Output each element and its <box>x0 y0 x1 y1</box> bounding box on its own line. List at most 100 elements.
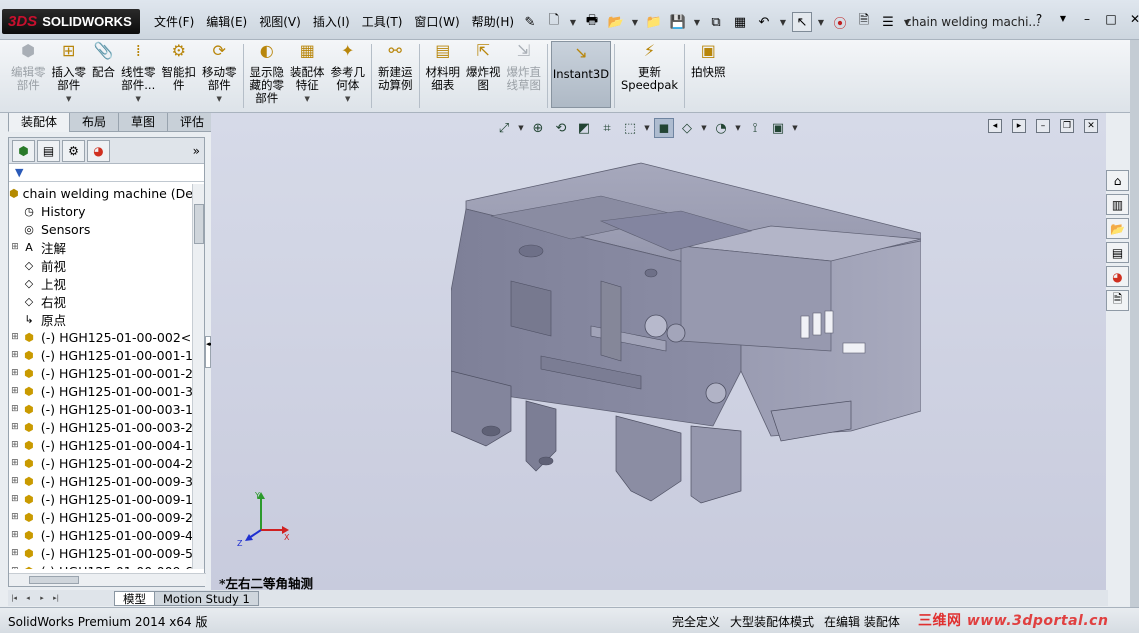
display-manager-tab-icon[interactable]: ◕ <box>87 139 110 162</box>
tree-item[interactable]: ⊞ ⬢ (-) HGH125-01-00-009-4 <box>9 526 193 544</box>
expand-icon[interactable]: ⊞ <box>9 530 21 540</box>
tab-3[interactable]: 评估 <box>167 113 218 132</box>
expand-icon[interactable]: ⊞ <box>9 476 21 486</box>
view-orientation-icon[interactable]: ⬚ <box>620 118 640 138</box>
expand-icon[interactable]: ⊞ <box>9 440 21 450</box>
expand-icon[interactable]: ⊞ <box>9 548 21 558</box>
chevron-down-icon[interactable]: ▼ <box>305 93 310 106</box>
tree-item[interactable]: ⊞ ⬢ (-) HGH125-01-00-002< <box>9 328 193 346</box>
edit-appearance-icon[interactable]: ◔ <box>711 118 731 138</box>
solidworks-logo[interactable]: 3DS SOLIDWORKS <box>2 9 140 34</box>
next-tab-icon[interactable]: ▸ <box>36 592 48 604</box>
view-palette-icon[interactable]: ▤ <box>1106 242 1129 263</box>
bottom-tab-1[interactable]: Motion Study 1 <box>154 590 259 606</box>
design-library-icon[interactable]: ▥ <box>1106 194 1129 215</box>
menu-item-1[interactable]: 编辑(E) <box>200 11 253 33</box>
hide-show-items-icon[interactable]: ◇ <box>677 118 697 138</box>
first-tab-icon[interactable]: |◂ <box>8 592 20 604</box>
instant3d-button[interactable]: ↘ Instant3D <box>551 41 611 108</box>
chevron-down-icon[interactable]: ▼ <box>136 93 141 106</box>
zoom-to-fit-icon[interactable]: ⤢ <box>494 118 514 138</box>
tree-item[interactable]: ◎ Sensors <box>9 220 193 238</box>
take-snapshot-button[interactable]: ▣ 拍快照 <box>688 40 729 110</box>
tree-item[interactable]: ⊞ ⬢ (-) HGH125-01-00-003-1 <box>9 400 193 418</box>
chevron-down-icon[interactable]: ▼ <box>630 12 640 32</box>
tree-vertical-scrollbar[interactable] <box>192 184 204 569</box>
smart-fasteners-button[interactable]: ⚙ 智能扣 件 <box>159 40 200 110</box>
chevron-down-icon[interactable]: ▼ <box>66 93 71 106</box>
print-icon[interactable]: 🖶 <box>582 12 602 32</box>
chevron-down-icon[interactable]: ▼ <box>568 12 578 32</box>
viewport-close-icon[interactable]: ✕ <box>1084 119 1098 133</box>
dynamic-annotation-icon[interactable]: ⌗ <box>597 118 617 138</box>
viewport-next-icon[interactable]: ▸ <box>1012 119 1026 133</box>
help-icon[interactable]: ? <box>1030 10 1048 28</box>
previous-view-icon[interactable]: ⟲ <box>551 118 571 138</box>
undo-icon[interactable]: ↶ <box>754 12 774 32</box>
expand-icon[interactable]: ⊞ <box>9 404 21 414</box>
view-settings-icon[interactable]: ▣ <box>768 118 788 138</box>
graphics-area[interactable]: ⤢ ▼ ⊕ ⟲ ◩ ⌗ ⬚ ▼ ◼ ◇ ▼ ◔ ▼ ⟟ ▣ ▼ ◂ ▸ – ❐ … <box>211 113 1106 591</box>
expand-icon[interactable]: ⊞ <box>9 512 21 522</box>
tree-item[interactable]: ◇ 右视 <box>9 292 193 310</box>
file-explorer-icon[interactable]: 📂 <box>1106 218 1129 239</box>
explode-line-button[interactable]: ⇲ 爆炸直 线草图 <box>504 40 545 110</box>
linear-pattern-button[interactable]: ⁞ 线性零 部件... ▼ <box>118 40 159 110</box>
tree-item[interactable]: ⊞ ⬢ (-) HGH125-01-00-009-2 <box>9 508 193 526</box>
display-style-icon[interactable]: ◼ <box>654 118 674 138</box>
property-manager-tab-icon[interactable]: ▤ <box>37 139 60 162</box>
insert-component-button[interactable]: ⊞ 插入零 部件 ▼ <box>49 40 90 110</box>
expand-icon[interactable]: ⊞ <box>9 458 21 468</box>
chevron-down-icon[interactable]: ▼ <box>734 118 742 138</box>
chevron-down-icon[interactable]: ▼ <box>517 118 525 138</box>
expand-icon[interactable]: ⊞ <box>9 422 21 432</box>
viewport-restore-icon[interactable]: ❐ <box>1060 119 1074 133</box>
select-cursor-icon[interactable]: ↖ <box>792 12 812 32</box>
appearances-icon[interactable]: ◕ <box>1106 266 1129 287</box>
menu-item-6[interactable]: 帮助(H) <box>466 11 520 33</box>
reference-geometry-button[interactable]: ✦ 参考几 何体 ▼ <box>328 40 369 110</box>
options-icon[interactable]: ☰ <box>878 12 898 32</box>
folder-icon[interactable]: 📁 <box>644 12 664 32</box>
tree-item[interactable]: ⊞ A 注解 <box>9 238 193 256</box>
tree-item[interactable]: ⊞ ⬢ (-) HGH125-01-00-009-5 <box>9 544 193 562</box>
home-icon[interactable]: ⌂ <box>1106 170 1129 191</box>
custom-properties-icon[interactable]: 🗎 <box>1106 290 1129 311</box>
save-icon[interactable]: 💾 <box>668 12 688 32</box>
exploded-view-button[interactable]: ⇱ 爆炸视 图 <box>463 40 504 110</box>
chevron-down-icon[interactable]: ▼ <box>643 118 651 138</box>
tree-item[interactable]: ⊞ ⬢ (-) HGH125-01-00-009-3 <box>9 472 193 490</box>
close-icon[interactable]: ✕ <box>1126 10 1139 28</box>
assembly-features-button[interactable]: ▦ 装配体 特征 ▼ <box>287 40 328 110</box>
chevron-down-icon[interactable]: ▼ <box>816 12 826 32</box>
section-view-icon[interactable]: ◩ <box>574 118 594 138</box>
expand-icon[interactable]: ⊞ <box>9 350 21 360</box>
update-speedpak-button[interactable]: ⚡ 更新 Speedpak <box>618 40 681 110</box>
menu-item-2[interactable]: 视图(V) <box>253 11 307 33</box>
apply-scene-icon[interactable]: ⟟ <box>745 118 765 138</box>
menu-item-3[interactable]: 插入(I) <box>307 11 356 33</box>
chevron-down-icon[interactable]: ▼ <box>700 118 708 138</box>
chevron-down-icon[interactable]: ▼ <box>692 12 702 32</box>
tree-item[interactable]: ⊞ ⬢ (-) HGH125-01-00-001-2 <box>9 364 193 382</box>
bom-button[interactable]: ▤ 材料明 细表 <box>423 40 464 110</box>
configuration-manager-tab-icon[interactable]: ⚙ <box>62 139 85 162</box>
rebuild-icon[interactable]: ▦ <box>730 12 750 32</box>
expand-icon[interactable]: ⊞ <box>9 368 21 378</box>
tree-item[interactable]: ⊞ ⬢ (-) HGH125-01-00-004-2 <box>9 454 193 472</box>
tree-item[interactable]: ◇ 前视 <box>9 256 193 274</box>
bottom-tab-0[interactable]: 模型 <box>114 590 155 606</box>
tree-horizontal-scrollbar[interactable] <box>9 573 206 586</box>
copy-icon[interactable]: ⧉ <box>706 12 726 32</box>
chevron-down-icon[interactable]: ▼ <box>1054 10 1072 28</box>
tree-item[interactable]: ◷ History <box>9 202 193 220</box>
maximize-icon[interactable]: □ <box>1102 10 1120 28</box>
open-icon[interactable]: 📂 <box>606 12 626 32</box>
scroll-thumb[interactable] <box>29 576 79 584</box>
viewport-prev-icon[interactable]: ◂ <box>988 119 1002 133</box>
menu-item-0[interactable]: 文件(F) <box>148 11 200 33</box>
show-hidden-button[interactable]: ◐ 显示隐 藏的零 部件 <box>247 40 288 110</box>
zoom-area-icon[interactable]: ⊕ <box>528 118 548 138</box>
edit-component-button[interactable]: ⬢ 编辑零 部件 <box>8 40 49 110</box>
chevron-down-icon[interactable]: ▼ <box>345 93 350 106</box>
